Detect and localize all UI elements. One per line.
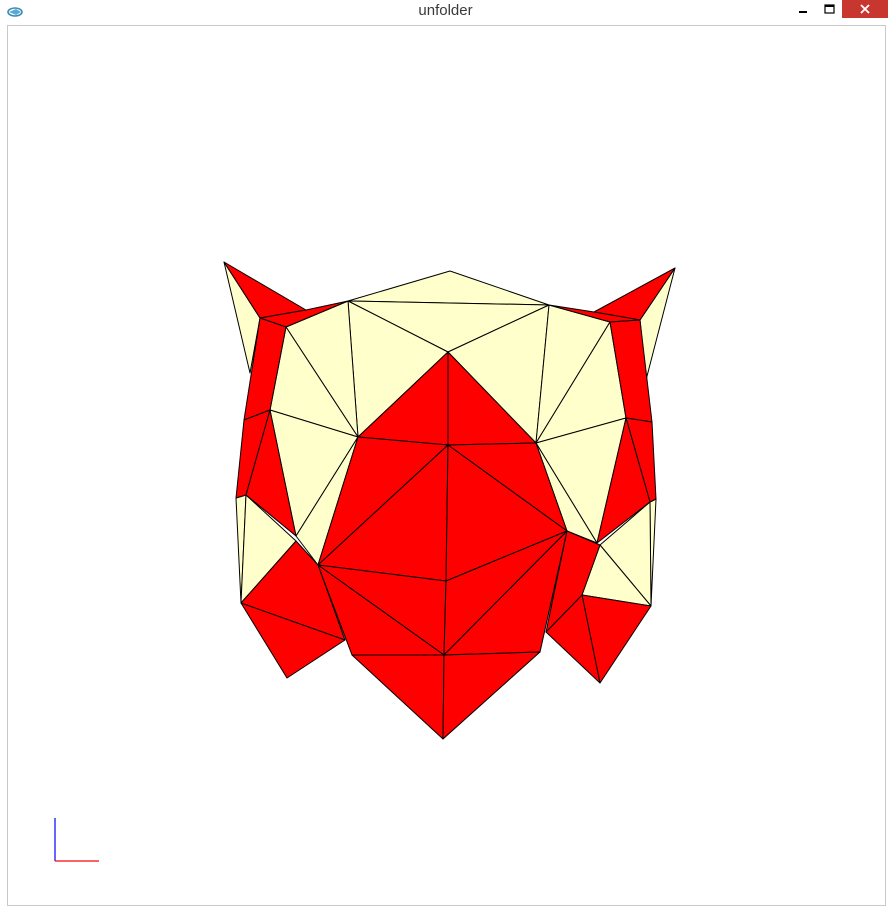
axes-gizmo <box>54 818 99 862</box>
folded-model[interactable] <box>0 0 891 911</box>
